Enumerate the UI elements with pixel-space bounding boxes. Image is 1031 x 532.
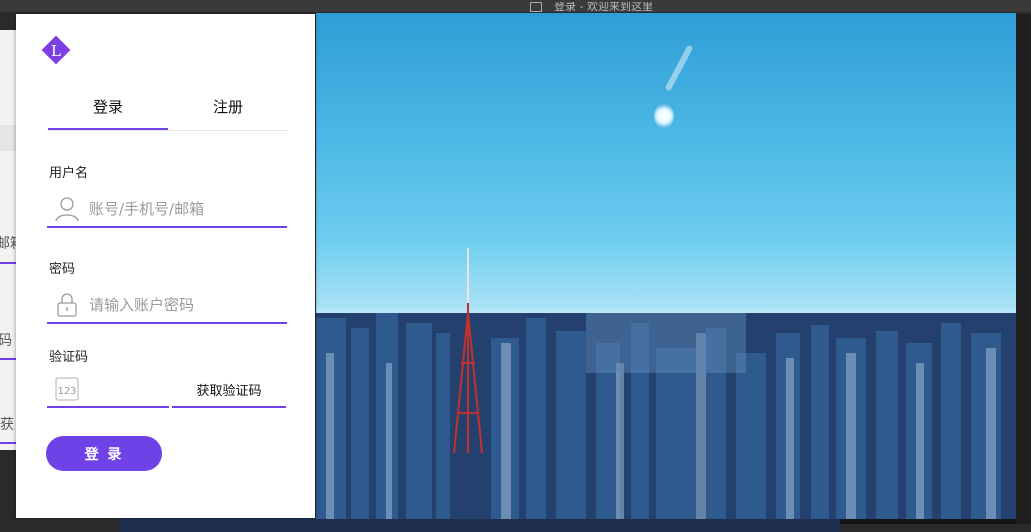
captcha-label: 验证码: [49, 350, 89, 365]
background-fragment: 获: [0, 417, 14, 433]
logo-diamond-icon: L: [41, 35, 71, 65]
get-captcha-button[interactable]: 获取验证码: [172, 372, 286, 408]
lock-icon: [57, 293, 77, 317]
logo-letter: L: [51, 42, 61, 60]
skyline-drawing: [316, 248, 1016, 519]
username-field: [47, 192, 287, 228]
background-right-edge: [1016, 14, 1031, 524]
background-bottom-strip: [120, 518, 840, 532]
password-input[interactable]: [89, 292, 279, 318]
tab-register[interactable]: 注册: [168, 96, 288, 130]
background-left-window: 邮箱 码 获: [0, 30, 24, 450]
username-input[interactable]: [89, 196, 279, 222]
user-icon: [55, 197, 79, 222]
svg-text:123: 123: [57, 386, 76, 397]
captcha-field: 123: [47, 372, 169, 408]
city-skyline-image: [316, 13, 1016, 519]
login-card: L 登录 注册 用户名 密码 验证码 123 获取验证码 登 录: [16, 14, 315, 518]
password-field: [47, 288, 287, 324]
window-square-icon: [530, 2, 542, 12]
password-label: 密码: [49, 262, 76, 277]
tab-login[interactable]: 登录: [48, 96, 168, 130]
number-123-icon: 123: [55, 377, 79, 401]
login-button[interactable]: 登 录: [46, 436, 162, 471]
auth-tabs: 登录 注册: [48, 96, 288, 131]
background-title-bar: [0, 0, 1031, 12]
username-label: 用户名: [49, 166, 89, 181]
background-fragment: 码: [0, 333, 12, 349]
captcha-input[interactable]: [89, 376, 159, 402]
active-tab-indicator: [48, 128, 168, 130]
background-window-title: 登录 - 欢迎来到这里: [530, 2, 653, 12]
